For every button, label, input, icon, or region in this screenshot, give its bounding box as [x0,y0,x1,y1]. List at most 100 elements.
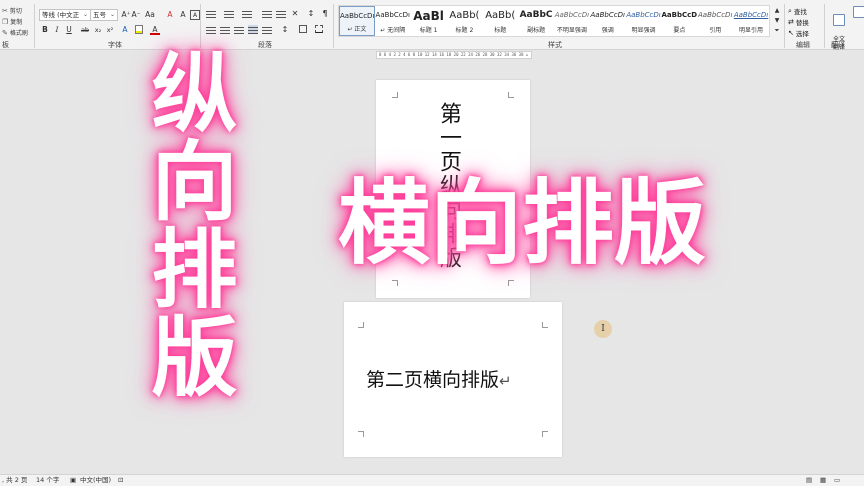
style-preview: AaBbCcDı [590,11,625,19]
strikethrough-button[interactable]: ab [80,25,90,35]
style-preview: AaBbCcDı [626,11,661,19]
style-heading-2[interactable]: AaBb( 标题 2 [447,6,483,36]
replace-button[interactable]: ⇄ 替换 [788,17,809,27]
page2-text: 第二页横向排版 [366,369,500,391]
divider [784,4,785,48]
text-effect-button[interactable]: A [120,25,130,35]
styles-scroll-up-button[interactable]: ▲ [772,6,782,16]
select-button[interactable]: ↖ 选择 [788,28,809,38]
style-emphasis[interactable]: AaBbCcDı 强调 [590,6,626,36]
style-name: ↵ 正文 [347,26,367,33]
style-preview: AaBbC [519,10,553,20]
shading-button[interactable] [298,25,308,35]
multilevel-list-button[interactable] [242,9,252,18]
find-label: 查找 [793,8,807,16]
cut-label: 剪切 [9,8,22,15]
style-preview: AaBbCcDı [733,11,769,19]
underline-button[interactable]: U [64,25,74,35]
copy-icon: ❐ [2,17,9,26]
accessibility-icon[interactable]: ⊡ [118,475,123,486]
ribbon: ✂ 剪切 ❐ 复制 ✎ 格式刷 板 等线 (中文正 ⌄ 五号 ⌄ A⁺ A⁻ A… [0,0,864,51]
style-subtitle[interactable]: AaBbC 副标题 [518,6,554,36]
font-color-button[interactable]: A [150,25,160,35]
scissors-icon: ✂ [2,6,8,15]
sort-button[interactable]: ↕ [306,9,316,19]
style-preview: AaBb( [485,10,516,21]
read-mode-icon[interactable]: ▤ [806,475,812,486]
grow-font-button[interactable]: A⁺ [121,10,131,20]
style-normal[interactable]: AaBbCcDı ↵ 正文 [339,6,375,36]
align-right-button[interactable] [234,25,244,34]
chinese-layout-button[interactable]: ✕ [290,9,300,19]
bold-button[interactable]: B [40,25,50,35]
style-name: 标题 [494,27,507,34]
margin-corner-mark [358,322,364,328]
shrink-font-button[interactable]: A⁻ [131,10,141,20]
cut-button[interactable]: ✂ 剪切 [2,6,22,16]
style-no-spacing[interactable]: AaBbCcDı ↵ 无间隔 [375,6,411,36]
status-bar: , 共 2 页 14 个字 ▣ 中文(中国) ⊡ ▤ ▦ ▭ [0,474,864,486]
horizontal-ruler[interactable]: 8 6 4 2 2 4 6 8 10 12 14 16 18 20 22 24 … [376,51,532,59]
replace-label: 替换 [795,19,809,27]
more-button[interactable] [852,6,864,20]
decrease-indent-button[interactable] [262,9,272,18]
margin-corner-mark [508,280,514,286]
border-char-button[interactable]: A [190,10,200,20]
divider [34,4,35,48]
justify-button[interactable] [248,25,258,34]
increase-indent-button[interactable] [276,9,286,18]
style-preview: AaBbCcDı [375,11,410,19]
border-icon [315,25,323,33]
spellcheck-icon[interactable]: ▣ [70,475,76,486]
page-landscape[interactable]: 第二页横向排版↵ [344,302,562,457]
borders-button[interactable] [314,25,324,35]
format-painter-button[interactable]: ✎ 格式刷 [2,28,28,38]
find-button[interactable]: ⌕ 查找 [788,6,807,17]
italic-button[interactable]: I [52,25,62,35]
style-subtle-emphasis[interactable]: AaBbCcDı 不明显强调 [554,6,590,36]
overlay-caption-vertical: 纵向排版 [136,48,236,400]
margin-corner-mark [392,92,398,98]
align-left-button[interactable] [206,25,216,34]
style-title[interactable]: AaBb( 标题 [482,6,518,36]
styles-group-label: 样式 [548,41,562,49]
line-spacing-button[interactable]: ↕ [280,25,290,35]
phonetic-button[interactable]: A [178,10,188,20]
styles-scroll-down-button[interactable]: ▼ [772,16,782,26]
replace-icon: ⇄ [788,18,794,26]
style-intense-quote[interactable]: AaBbCcDı 明显引用 [733,6,769,36]
style-intense-emphasis[interactable]: AaBbCcDı 明显强调 [626,6,662,36]
styles-more-button[interactable]: ⏷ [772,26,782,36]
page-count[interactable]: , 共 2 页 [2,475,27,486]
clear-format-button[interactable]: A [165,10,175,20]
style-heading-1[interactable]: AaBl 标题 1 [411,6,447,36]
word-count[interactable]: 14 个字 [36,475,59,486]
copy-button[interactable]: ❐ 复制 [2,17,22,27]
format-painter-label: 格式刷 [9,30,28,37]
font-name-select[interactable]: 等线 (中文正 ⌄ [39,9,91,21]
highlight-button[interactable] [134,25,144,35]
page2-body-text[interactable]: 第二页横向排版↵ [366,365,512,392]
divider [200,4,201,48]
i-beam-cursor-icon: I [594,320,612,338]
styles-gallery: AaBbCcDı ↵ 正文 AaBbCcDı ↵ 无间隔 AaBl 标题 1 A… [338,5,770,37]
language-indicator[interactable]: 中文(中国) [80,475,111,486]
panel-icon [853,6,864,18]
style-name: 要点 [673,27,686,34]
font-size-select[interactable]: 五号 ⌄ [90,9,118,21]
distributed-button[interactable] [262,25,272,34]
superscript-button[interactable]: x² [105,25,115,35]
style-strong[interactable]: AaBbCcDı 要点 [661,6,697,36]
subscript-button[interactable]: x₂ [93,25,103,35]
print-layout-icon[interactable]: ▦ [820,475,826,486]
change-case-button[interactable]: Aa [145,10,155,20]
divider [333,4,334,48]
align-center-button[interactable] [220,25,230,34]
bullets-button[interactable] [206,9,216,18]
style-quote[interactable]: AaBbCcDı 引用 [697,6,733,36]
web-layout-icon[interactable]: ▭ [834,475,840,486]
numbering-button[interactable] [224,9,234,18]
paragraph-group-label: 段落 [258,41,272,49]
translate-icon [833,14,845,26]
show-marks-button[interactable]: ¶ [320,9,330,19]
